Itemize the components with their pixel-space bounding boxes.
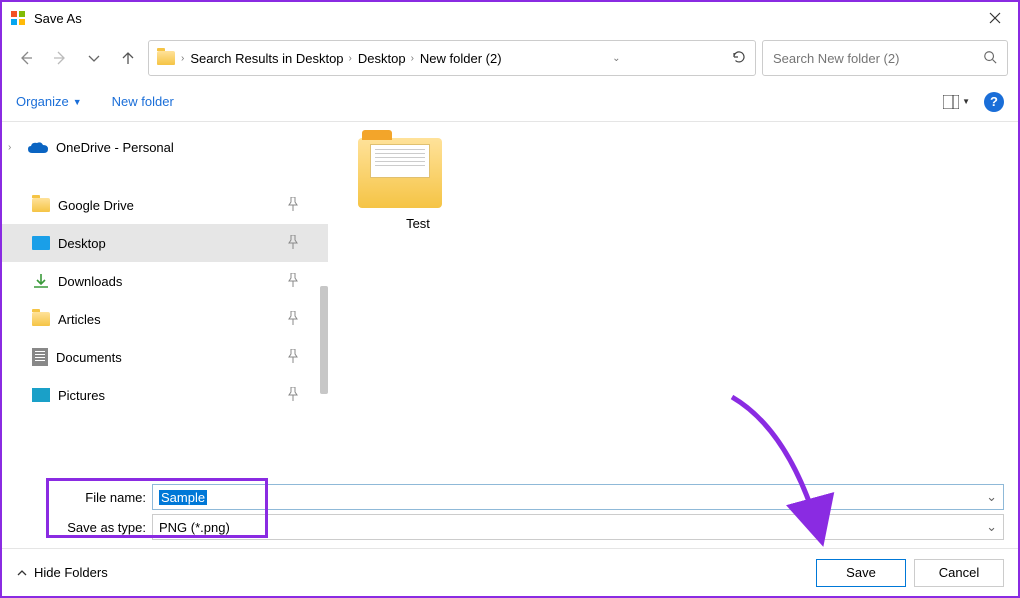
breadcrumb-segment[interactable]: Search Results in Desktop (190, 51, 343, 66)
footer: Hide Folders Save Cancel (2, 548, 1018, 596)
tree-label: Pictures (58, 388, 105, 403)
pin-icon (288, 273, 298, 290)
toolbar: Organize▼ New folder ▼ ? (2, 82, 1018, 122)
window-title: Save As (34, 11, 82, 26)
folder-icon (157, 51, 175, 65)
tree-label: OneDrive - Personal (56, 140, 174, 155)
savetype-value: PNG (*.png) (159, 520, 230, 535)
titlebar: Save As (2, 2, 1018, 34)
close-button[interactable] (972, 2, 1018, 34)
tree-label: Google Drive (58, 198, 134, 213)
chevron-down-icon (86, 50, 102, 66)
chevron-down-icon[interactable]: ⌄ (976, 489, 997, 505)
up-button[interactable] (114, 42, 142, 74)
filename-input[interactable]: Sample ⌄ (152, 484, 1004, 510)
tree-label: Downloads (58, 274, 122, 289)
pin-icon (288, 311, 298, 328)
tree-item-pictures[interactable]: Pictures (2, 376, 328, 414)
breadcrumb-segment[interactable]: Desktop (358, 51, 406, 66)
hide-folders-button[interactable]: Hide Folders (16, 565, 108, 580)
pictures-icon (32, 388, 50, 402)
filename-label: File name: (48, 490, 152, 505)
chevron-up-icon (16, 567, 28, 579)
new-folder-button[interactable]: New folder (112, 94, 174, 109)
tree-item-articles[interactable]: Articles (2, 300, 328, 338)
documents-icon (32, 348, 48, 366)
forward-button[interactable] (46, 42, 74, 74)
breadcrumb-segment[interactable]: New folder (2) (420, 51, 502, 66)
tree-item-downloads[interactable]: Downloads (2, 262, 328, 300)
refresh-icon (731, 49, 747, 65)
folder-icon (32, 198, 50, 212)
back-button[interactable] (12, 42, 40, 74)
chevron-right-icon: › (349, 53, 352, 64)
refresh-button[interactable] (731, 49, 747, 68)
onedrive-icon (28, 141, 48, 154)
save-fields: File name: Sample ⌄ Save as type: PNG (*… (2, 476, 1018, 548)
nav-row: › Search Results in Desktop › Desktop › Ne… (2, 34, 1018, 82)
download-icon (32, 272, 50, 290)
tree-item-onedrive[interactable]: › OneDrive - Personal (2, 128, 328, 166)
close-icon (989, 12, 1001, 24)
view-menu[interactable]: ▼ (943, 95, 970, 109)
nav-pane: › OneDrive - Personal Google Drive Deskt… (2, 122, 328, 476)
folder-icon (32, 312, 50, 326)
help-button[interactable]: ? (984, 92, 1004, 112)
search-box[interactable] (762, 40, 1008, 76)
chevron-right-icon: › (8, 142, 20, 153)
search-input[interactable] (773, 51, 983, 66)
pin-icon (288, 197, 298, 214)
chevron-down-icon: ▼ (962, 97, 970, 106)
desktop-icon (32, 236, 50, 250)
arrow-up-icon (120, 50, 136, 66)
pin-icon (288, 387, 298, 404)
chevron-right-icon: › (411, 53, 414, 64)
tree-label: Articles (58, 312, 101, 327)
app-icon (10, 10, 26, 26)
tree-label: Documents (56, 350, 122, 365)
tree-item-desktop[interactable]: Desktop (2, 224, 328, 262)
search-icon (983, 50, 997, 67)
arrow-left-icon (18, 50, 34, 66)
chevron-down-icon: ▼ (73, 97, 82, 107)
chevron-down-icon: ⌄ (976, 519, 997, 535)
content-pane[interactable]: Test (328, 122, 1018, 476)
organize-menu[interactable]: Organize▼ (16, 94, 82, 109)
view-icon (943, 95, 959, 109)
scrollbar-thumb[interactable] (320, 286, 328, 394)
savetype-label: Save as type: (48, 520, 152, 535)
pin-icon (288, 235, 298, 252)
savetype-dropdown[interactable]: PNG (*.png) ⌄ (152, 514, 1004, 540)
save-button[interactable]: Save (816, 559, 906, 587)
help-icon: ? (990, 94, 998, 109)
pin-icon (288, 349, 298, 366)
tree-item-documents[interactable]: Documents (2, 338, 328, 376)
arrow-right-icon (52, 50, 68, 66)
save-as-dialog: Save As › Search Results in Desktop › Des… (0, 0, 1020, 598)
breadcrumb[interactable]: › Search Results in Desktop › Desktop › Ne… (148, 40, 756, 76)
tree-label: Desktop (58, 236, 106, 251)
chevron-down-icon[interactable]: ⌄ (612, 53, 620, 64)
tree-item-gdrive[interactable]: Google Drive (2, 186, 328, 224)
chevron-right-icon: › (181, 53, 184, 64)
filename-value[interactable]: Sample (159, 490, 207, 505)
body: › OneDrive - Personal Google Drive Deskt… (2, 122, 1018, 476)
folder-icon (358, 138, 442, 208)
recent-dropdown[interactable] (80, 42, 108, 74)
folder-item[interactable]: Test (358, 138, 478, 231)
cancel-button[interactable]: Cancel (914, 559, 1004, 587)
folder-label: Test (358, 216, 478, 231)
